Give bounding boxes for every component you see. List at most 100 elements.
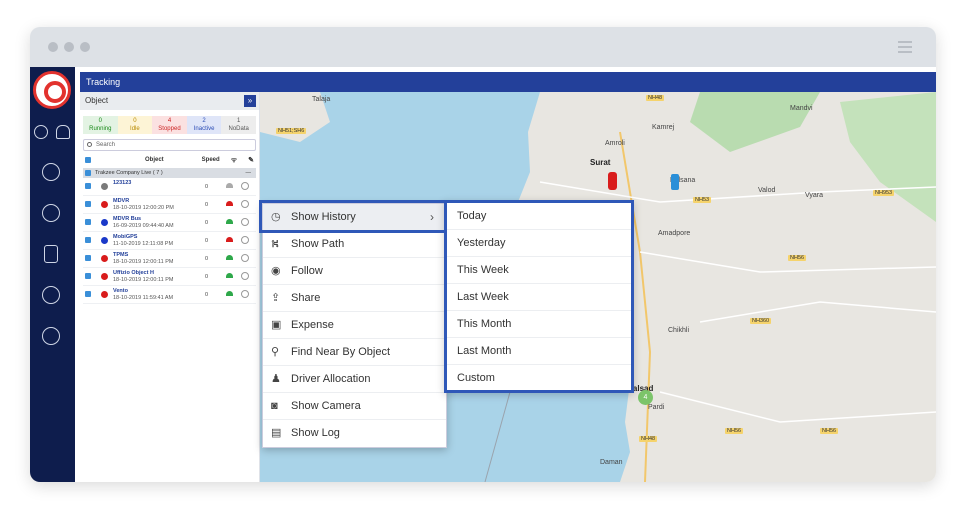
menu-item-expense[interactable]: ▣ Expense [263,312,446,339]
cluster-marker[interactable]: 4 [638,390,653,405]
table-row[interactable]: MobiGPS 11-10-2019 12:11:08 PM 0 [83,232,256,250]
menu-item-label: Show Path [291,238,345,250]
device-marker-icon[interactable] [671,174,679,190]
row-checkbox[interactable] [85,237,91,243]
column-speed: Speed [201,157,220,163]
menu-item-find-near-by-object[interactable]: ⚲ Find Near By Object [263,339,446,366]
more-options-icon[interactable] [241,254,249,262]
status-nodata[interactable]: 1 NoData [221,116,256,134]
group-label: Trakzee Company Live ( 7 ) [95,170,163,176]
more-options-icon[interactable] [241,182,249,190]
signal-icon [226,291,233,296]
object-name[interactable]: Uffizio Object H [113,270,154,276]
object-name[interactable]: Vento [113,288,128,294]
menu-item-follow[interactable]: ◉ Follow [263,258,446,285]
collapse-panel-button[interactable]: » [244,95,256,107]
object-search-input[interactable]: Search ↻ [83,139,269,151]
menu-item-show-log[interactable]: ▤ Show Log [263,420,446,447]
object-name[interactable]: MobiGPS [113,234,137,240]
table-row[interactable]: Uffizio Object H 18-10-2019 12:00:11 PM 0 [83,268,256,286]
status-label: Running [89,126,112,132]
object-group-row[interactable]: Trakzee Company Live ( 7 ) — [83,168,256,178]
map-city-label: Amadpore [658,230,691,237]
column-object: Object [145,157,164,163]
vehicle-marker-icon[interactable] [608,172,617,190]
hamburger-icon[interactable] [898,41,912,56]
edit-icon[interactable]: ✎ [248,156,254,164]
settings-icon[interactable] [42,327,60,345]
menu-item-share[interactable]: ⇪ Share [263,285,446,312]
status-stopped[interactable]: 4 Stopped [152,116,187,134]
history-option-this-month[interactable]: This Month [447,311,631,338]
menu-item-label: Show Log [291,427,340,439]
status-dot-icon [101,237,108,244]
more-options-icon[interactable] [241,272,249,280]
object-speed: 0 [205,220,209,226]
more-options-icon[interactable] [241,218,249,226]
history-option-today[interactable]: Today [447,203,631,230]
status-count: 1 [237,118,241,124]
object-list: 123123 0 MDVR 18-10-2019 12:00:20 PM 0 MDVR B… [80,178,259,304]
map-city-label: Surat [590,158,611,167]
row-checkbox[interactable] [85,183,91,189]
row-checkbox[interactable] [85,291,91,297]
history-option-yesterday[interactable]: Yesterday [447,230,631,257]
dashboard-icon[interactable] [42,163,60,181]
select-all-checkbox[interactable] [85,157,91,163]
status-label: Inactive [193,126,215,132]
find-near-icon: ⚲ [271,346,280,358]
row-checkbox[interactable] [85,255,91,261]
menu-item-show-history[interactable]: ◷ Show History › [263,204,446,231]
object-name[interactable]: MDVR [113,198,129,204]
object-name[interactable]: MDVR Bus [113,216,141,222]
more-options-icon[interactable] [241,290,249,298]
road-badge: NH56 [725,428,744,434]
object-name[interactable]: TPMS [113,252,128,258]
more-options-icon[interactable] [241,236,249,244]
status-count: 0 [133,118,137,124]
history-option-last-week[interactable]: Last Week [447,284,631,311]
table-row[interactable]: TPMS 18-10-2019 12:00:11 PM 0 [83,250,256,268]
row-checkbox[interactable] [85,201,91,207]
menu-item-show-path[interactable]: ⛕ Show Path [263,231,446,258]
table-row[interactable]: Vento 18-10-2019 11:59:41 AM 0 [83,286,256,304]
menu-item-driver-allocation[interactable]: ♟ Driver Allocation [263,366,446,393]
status-inactive[interactable]: 2 Inactive [186,116,222,134]
row-checkbox[interactable] [85,219,91,225]
logo-icon [33,71,71,109]
more-options-icon[interactable] [241,200,249,208]
table-header: Object Speed ᯤ ✎ [83,155,256,165]
group-toggle[interactable]: — [246,168,252,178]
status-dot-icon [101,291,108,298]
chart-icon[interactable] [42,286,60,304]
history-option-this-week[interactable]: This Week [447,257,631,284]
path-icon: ⛕ [271,238,280,250]
object-context-menu: ◷ Show History › ⛕ Show Path ◉ Follow ⇪ Share ▣ Ex… [262,203,447,448]
object-name[interactable]: 123123 [113,180,131,186]
table-row[interactable]: MDVR 18-10-2019 12:00:20 PM 0 [83,196,256,214]
road-line [699,301,936,323]
status-idle[interactable]: 0 Idle [117,116,153,134]
menu-item-show-camera[interactable]: ◙ Show Camera [263,393,446,420]
history-option-custom[interactable]: Custom [447,365,631,392]
status-count: 0 [98,118,102,124]
object-speed: 0 [205,274,209,280]
table-row[interactable]: 123123 0 [83,178,256,196]
status-running[interactable]: 0 Running [83,116,118,134]
map-city-label: Pardi [648,404,665,411]
status-count: 4 [167,118,172,124]
report-icon[interactable] [44,245,58,263]
user-icon[interactable] [34,125,48,139]
object-speed: 0 [205,292,209,298]
row-checkbox[interactable] [85,273,91,279]
window-dot-icon [80,42,90,52]
forest-area [840,92,936,222]
table-row[interactable]: MDVR Bus 16-09-2019 09:44:40 AM 0 [83,214,256,232]
map-city-label: Daman [600,459,623,466]
bell-icon[interactable] [56,125,70,139]
group-checkbox[interactable] [85,170,91,176]
share-icon: ⇪ [271,292,281,304]
history-option-last-month[interactable]: Last Month [447,338,631,365]
signal-icon [226,273,233,278]
location-icon[interactable] [42,204,60,222]
